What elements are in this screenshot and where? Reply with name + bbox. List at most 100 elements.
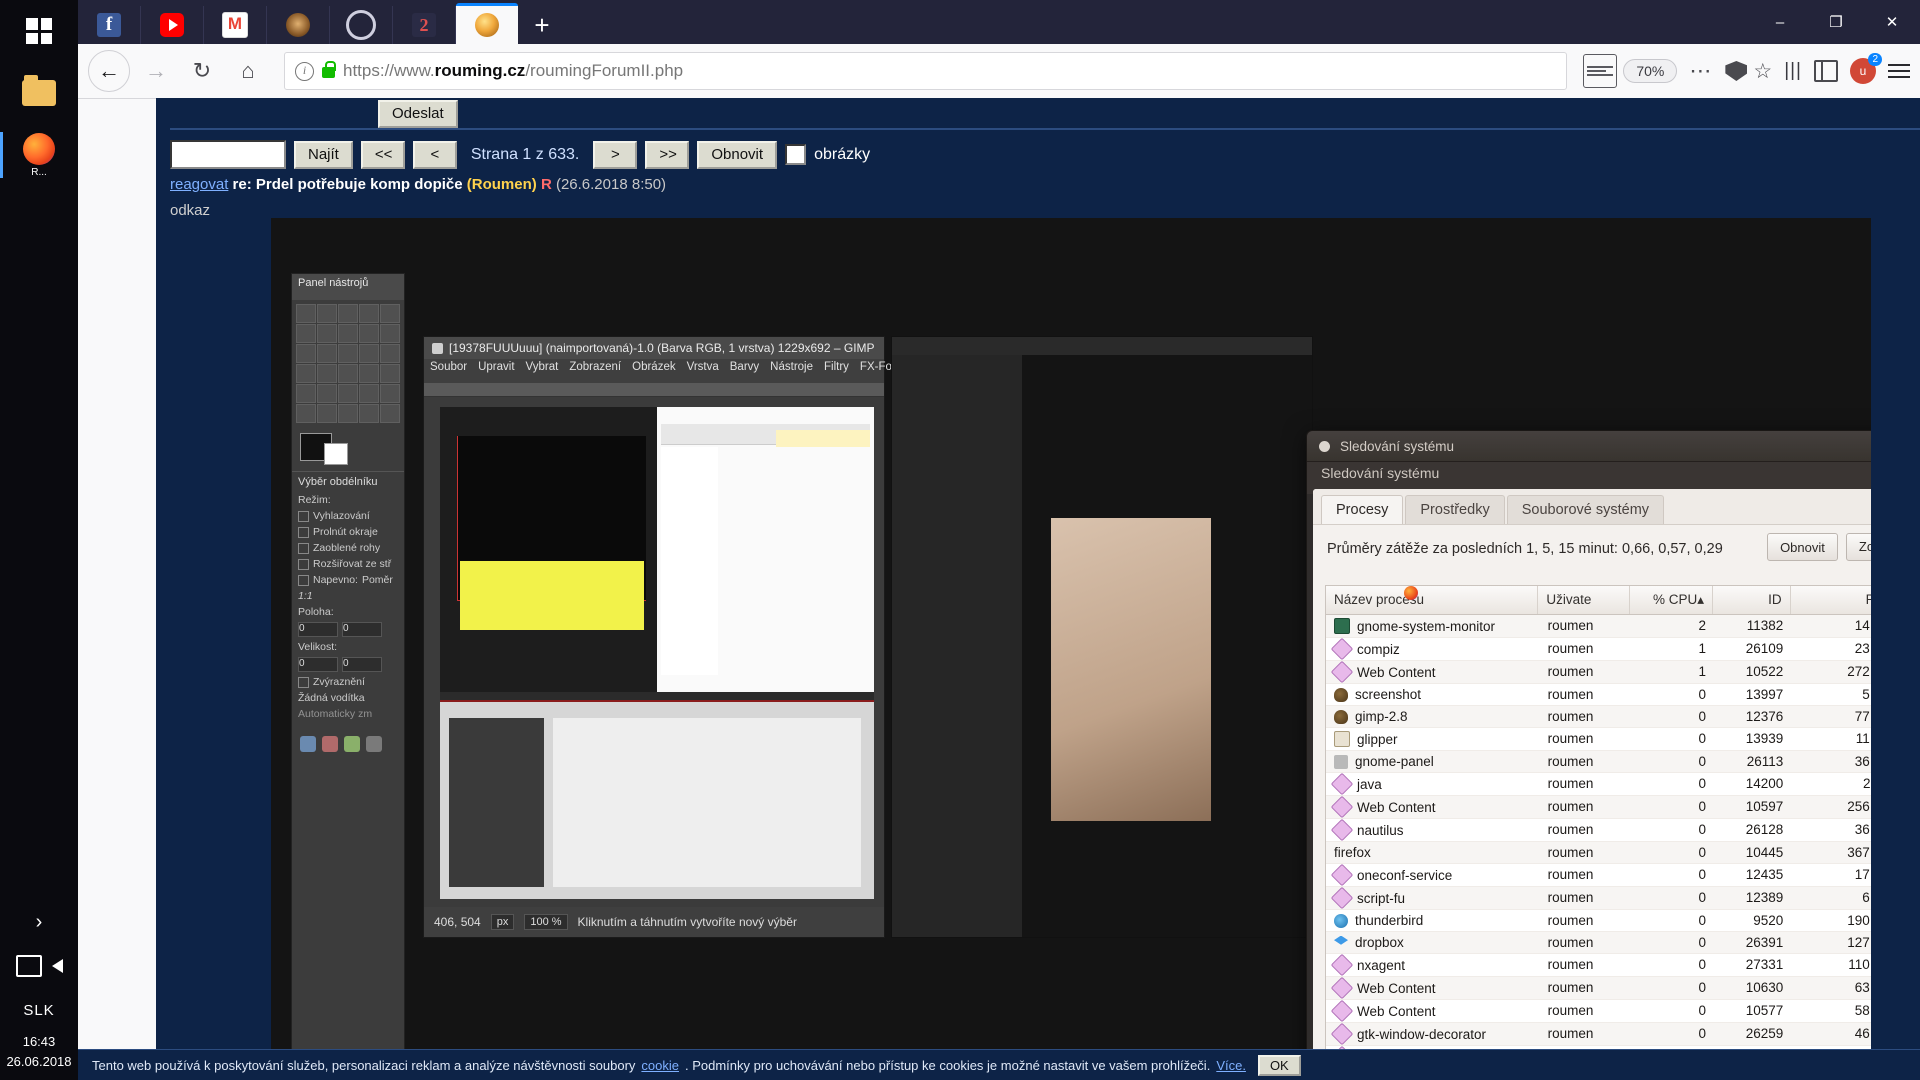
checkbox-icon[interactable] xyxy=(298,676,309,688)
gimp-size-fields[interactable]: 00 xyxy=(292,655,404,674)
table-row[interactable]: screenshotroumen0139975,4 MiBNormální xyxy=(1326,684,1871,706)
tab-procesy[interactable]: Procesy xyxy=(1321,495,1404,524)
reload-button[interactable]: ↻ xyxy=(182,51,222,91)
gimp-position-fields[interactable]: 00 xyxy=(292,620,404,639)
images-checkbox[interactable] xyxy=(785,144,807,165)
tab-ring[interactable] xyxy=(330,6,393,44)
cookie-more-link[interactable]: Více. xyxy=(1216,1058,1246,1073)
tool-icon[interactable] xyxy=(338,304,358,323)
process-table[interactable]: Název procesu Uživate % CPU▴ ID Paměť Pr… xyxy=(1325,585,1871,1058)
tab-gmail[interactable] xyxy=(204,6,267,44)
position-y-input[interactable]: 0 xyxy=(342,622,382,637)
column-header-id[interactable]: ID xyxy=(1713,586,1791,614)
zoom-level-button[interactable]: 70% xyxy=(1623,59,1678,83)
tab-rouming[interactable] xyxy=(456,3,518,44)
background-color-swatch[interactable] xyxy=(324,443,348,465)
checkbox-icon[interactable] xyxy=(298,526,309,538)
last-page-button[interactable]: >> xyxy=(645,140,690,169)
tool-icon[interactable] xyxy=(317,404,337,423)
taskbar-item-file-explorer[interactable] xyxy=(0,62,78,124)
tool-icon[interactable] xyxy=(359,304,379,323)
tool-icon[interactable] xyxy=(296,404,316,423)
gimp-canvas[interactable] xyxy=(440,407,874,899)
page-info-icon[interactable]: i xyxy=(295,61,314,81)
table-row[interactable]: Web Contentroumen01057758,1 MiBNormální xyxy=(1326,1000,1871,1023)
tool-icon[interactable] xyxy=(296,324,316,343)
tool-icon[interactable] xyxy=(338,344,358,363)
tool-icon[interactable] xyxy=(317,384,337,403)
menu-filtry[interactable]: Filtry xyxy=(824,361,849,381)
tool-icon[interactable] xyxy=(338,324,358,343)
gimp-zoom-select[interactable]: 100 % xyxy=(524,914,568,930)
column-header-user[interactable]: Uživate xyxy=(1538,586,1630,614)
maximize-button[interactable]: ❐ xyxy=(1808,0,1864,44)
menu-barvy[interactable]: Barvy xyxy=(730,361,759,381)
reply-link[interactable]: reagovat xyxy=(170,176,228,193)
checkbox-icon[interactable] xyxy=(298,510,309,522)
gimp-option-autoshrink[interactable]: Automaticky zm xyxy=(292,706,404,722)
table-row[interactable]: script-furoumen0123896,1 MiBNormální xyxy=(1326,887,1871,910)
tool-icon[interactable] xyxy=(338,404,358,423)
column-header-name[interactable]: Název procesu xyxy=(1326,586,1539,614)
taskbar-item-firefox[interactable]: R... xyxy=(0,124,78,186)
bookmark-star-icon[interactable]: ☆ xyxy=(1753,59,1772,84)
tool-icon[interactable] xyxy=(317,344,337,363)
menu-icon[interactable] xyxy=(1888,64,1910,78)
tool-icon[interactable] xyxy=(359,344,379,363)
tab-avatar[interactable] xyxy=(267,6,330,44)
tab-souborove-systemy[interactable]: Souborové systémy xyxy=(1506,495,1665,524)
home-button[interactable]: ⌂ xyxy=(228,51,268,91)
account-avatar[interactable]: u 2 xyxy=(1850,53,1882,84)
table-row[interactable]: Web Contentroumen110522272,2 MiBNormální xyxy=(1326,661,1871,684)
tool-icon[interactable] xyxy=(296,384,316,403)
tab-youtube[interactable] xyxy=(141,6,204,44)
checkbox-icon[interactable] xyxy=(298,574,309,586)
table-row[interactable]: compizroumen12610923,2 MiBNormální xyxy=(1326,638,1871,661)
gimp-toolbox-buttons[interactable] xyxy=(292,728,404,760)
prev-page-button[interactable]: < xyxy=(412,140,457,169)
table-row[interactable]: dropboxroumen026391127,0 MiBNormální xyxy=(1326,932,1871,954)
clock[interactable]: 16:43 26.06.2018 xyxy=(0,1032,78,1080)
tool-icon[interactable] xyxy=(296,364,316,383)
tool-icon[interactable] xyxy=(359,404,379,423)
gimp-option-antialias[interactable]: Vyhlazování xyxy=(292,508,404,524)
start-button[interactable] xyxy=(0,0,78,62)
tab-prostredky[interactable]: Prostředky xyxy=(1405,495,1505,524)
table-row[interactable]: firefoxroumen010445367,6 MiBNormální xyxy=(1326,586,1871,864)
gimp-option-rounded[interactable]: Zaoblené rohy xyxy=(292,540,404,556)
option-value[interactable]: Poměr xyxy=(362,574,393,586)
table-row[interactable]: gimp-2.8roumen01237677,7 MiBNormální xyxy=(1326,706,1871,728)
tool-icon[interactable] xyxy=(380,404,400,423)
table-row[interactable]: javaroumen0142002,3 GiBNormální xyxy=(1326,773,1871,796)
tab-two[interactable]: 2 xyxy=(393,6,456,44)
save-icon[interactable] xyxy=(344,736,360,752)
tool-icon[interactable] xyxy=(317,324,337,343)
forward-button[interactable]: → xyxy=(136,51,176,91)
gimp-option-feather[interactable]: Prolnút okraje xyxy=(292,524,404,540)
next-page-button[interactable]: > xyxy=(593,140,638,169)
menu-vybrat[interactable]: Vybrat xyxy=(526,361,559,381)
menu-obrazek[interactable]: Obrázek xyxy=(632,361,675,381)
post-permalink[interactable]: odkaz xyxy=(170,202,210,219)
view-menu-button[interactable]: Zobrazit ▾ xyxy=(1845,533,1871,561)
back-button[interactable]: ← xyxy=(88,50,130,92)
table-row[interactable]: gnome-system-monitor roumen 2 11382 14,0 MiB… xyxy=(1326,615,1871,638)
tool-icon[interactable] xyxy=(296,304,316,323)
gimp-option-guides[interactable]: Žádná vodítka xyxy=(292,690,404,706)
menu-vrstva[interactable]: Vrstva xyxy=(687,361,719,381)
column-header-cpu[interactable]: % CPU▴ xyxy=(1630,586,1713,614)
tool-icon[interactable] xyxy=(338,384,358,403)
restore-icon[interactable] xyxy=(366,736,382,752)
tab-facebook[interactable]: f xyxy=(78,6,141,44)
tray-icons[interactable] xyxy=(0,944,78,988)
gimp-option-highlight[interactable]: Zvýraznění xyxy=(292,674,404,690)
table-row[interactable]: glipperroumen01393911,6 MiBNormální xyxy=(1326,728,1871,751)
gimp-unit-select[interactable]: px xyxy=(490,914,515,930)
reset-icon[interactable] xyxy=(300,736,316,752)
tool-icon[interactable] xyxy=(317,304,337,323)
tool-icon[interactable] xyxy=(380,304,400,323)
checkbox-icon[interactable] xyxy=(298,558,309,570)
page-actions-icon[interactable]: ⋯ xyxy=(1683,58,1719,84)
refresh-button[interactable]: Obnovit xyxy=(697,140,778,169)
tool-icon[interactable] xyxy=(296,344,316,363)
